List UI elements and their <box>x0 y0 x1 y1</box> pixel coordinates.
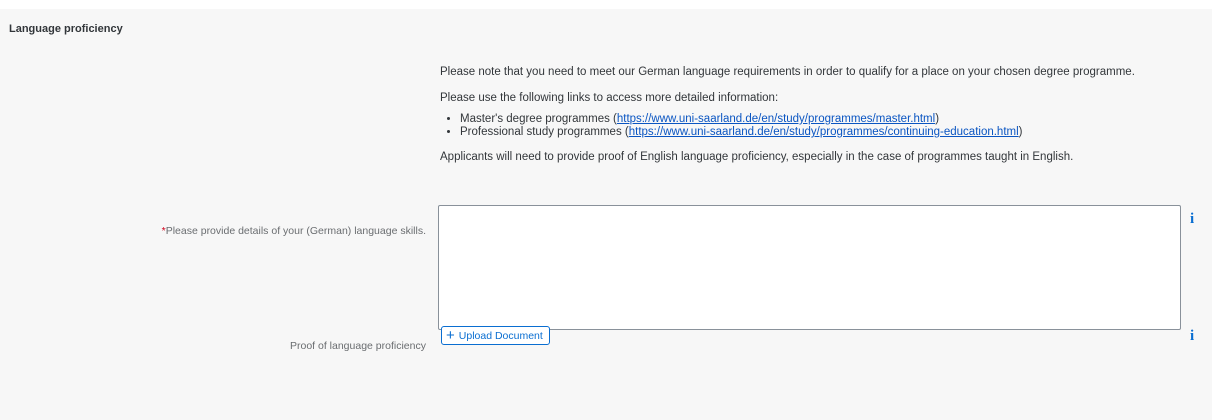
info-paragraph-1: Please note that you need to meet our Ge… <box>440 66 1135 78</box>
list-item: Professional study programmes (https://w… <box>460 126 1170 139</box>
masters-programmes-link[interactable]: https://www.uni-saarland.de/en/study/pro… <box>617 113 935 125</box>
link-suffix: ) <box>935 113 940 125</box>
info-icon[interactable]: i <box>1190 328 1194 345</box>
upload-button-label: Upload Document <box>458 329 543 342</box>
upload-document-button[interactable]: + Upload Document <box>441 326 550 345</box>
professional-programmes-link[interactable]: https://www.uni-saarland.de/en/study/pro… <box>629 126 1019 138</box>
info-icon[interactable]: i <box>1190 211 1194 228</box>
language-skills-textarea[interactable] <box>438 205 1181 330</box>
link-prefix: Professional study programmes ( <box>460 126 629 138</box>
section-title: Language proficiency <box>9 23 123 35</box>
language-skills-label: *Please provide details of your (German)… <box>162 225 426 237</box>
language-info-text: Please note that you need to meet our Ge… <box>440 65 1170 164</box>
info-paragraph-2: Please use the following links to access… <box>440 92 779 104</box>
link-prefix: Master's degree programmes ( <box>460 113 617 125</box>
plus-icon: + <box>446 327 455 344</box>
language-skills-label-text: Please provide details of your (German) … <box>165 225 426 237</box>
list-item: Master's degree programmes (https://www.… <box>460 113 1170 126</box>
proof-of-language-label: Proof of language proficiency <box>289 340 426 352</box>
info-paragraph-3: Applicants will need to provide proof of… <box>440 151 1074 163</box>
language-proficiency-panel: Language proficiency Please note that yo… <box>0 9 1212 420</box>
link-suffix: ) <box>1018 126 1023 138</box>
info-links-list: Master's degree programmes (https://www.… <box>440 113 1170 139</box>
